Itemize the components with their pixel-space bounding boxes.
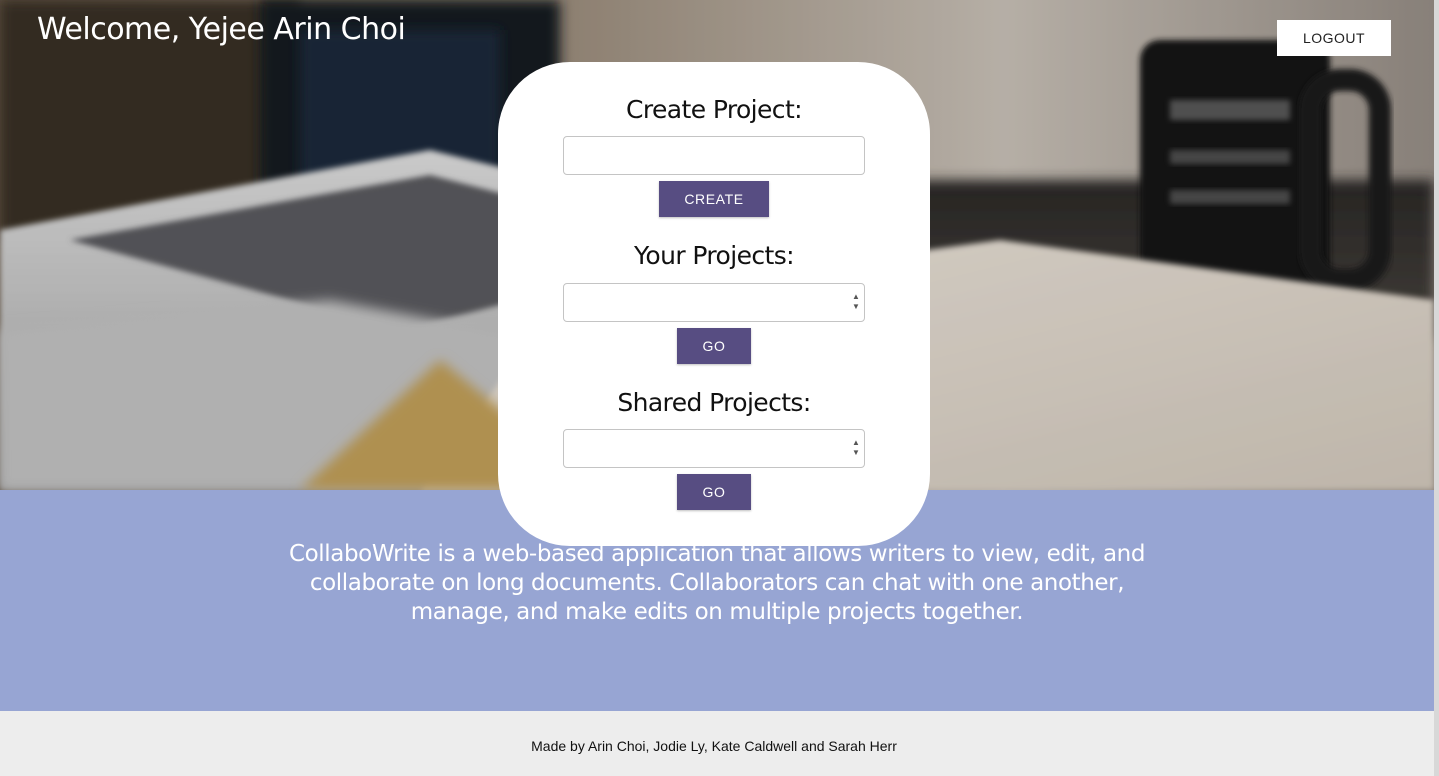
your-projects-title: Your Projects: (634, 241, 795, 270)
footer-credits: Made by Arin Choi, Jodie Ly, Kate Caldwe… (531, 738, 897, 754)
shared-projects-select[interactable]: ▲ ▼ (563, 429, 865, 468)
up-down-arrows-icon: ▲ ▼ (852, 438, 860, 457)
create-project-title: Create Project: (626, 95, 803, 124)
about-description: CollaboWrite is a web-based application … (288, 541, 1146, 625)
scrollbar[interactable] (1434, 0, 1439, 776)
your-projects-go-button[interactable]: GO (677, 328, 751, 364)
projects-card: Create Project: CREATE Your Projects: ▲ ▼… (498, 62, 930, 546)
project-name-input[interactable] (563, 136, 865, 175)
welcome-heading: Welcome, Yejee Arin Choi (37, 12, 406, 47)
your-projects-select[interactable]: ▲ ▼ (563, 283, 865, 322)
up-down-arrows-icon: ▲ ▼ (852, 292, 860, 311)
shared-projects-go-button[interactable]: GO (677, 474, 751, 510)
footer: Made by Arin Choi, Jodie Ly, Kate Caldwe… (0, 711, 1434, 776)
page: Welcome, Yejee Arin Choi LOGOUT Create P… (0, 0, 1439, 776)
logout-button[interactable]: LOGOUT (1277, 20, 1391, 56)
create-button[interactable]: CREATE (659, 181, 769, 217)
shared-projects-title: Shared Projects: (617, 388, 811, 417)
